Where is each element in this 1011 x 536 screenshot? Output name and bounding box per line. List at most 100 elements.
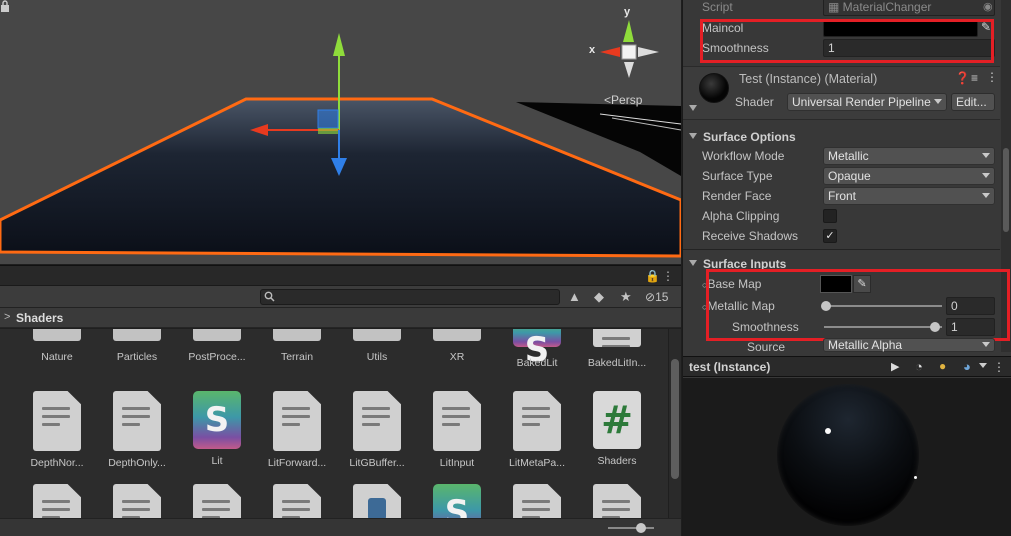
preset-icon[interactable]: ≡ <box>971 71 978 85</box>
asset-label: Particles <box>116 351 158 363</box>
source-label: Source <box>747 340 786 354</box>
asset-item[interactable]: LitGBuffer... <box>337 391 417 469</box>
project-statusbar <box>0 518 681 536</box>
lock-icon[interactable] <box>0 0 10 12</box>
plane-handle <box>317 109 339 129</box>
shader-file-icon <box>113 484 161 519</box>
receive-shadows-checkbox[interactable]: ✓ <box>823 229 837 243</box>
highlight-box <box>706 269 1010 341</box>
surface-options-header[interactable]: Surface Options <box>683 127 1011 147</box>
asset-item[interactable]: DepthOnly... <box>97 391 177 469</box>
reflection-probe-icon[interactable]: ◕ <box>963 359 971 374</box>
collapse-triangle-icon[interactable] <box>689 105 697 111</box>
lighting-icon[interactable]: ● <box>939 359 946 373</box>
help-icon[interactable]: ❓ <box>955 71 970 85</box>
folder-icon <box>113 329 161 341</box>
play-icon[interactable]: ▶ <box>891 360 899 373</box>
more-menu-icon[interactable]: ⋮ <box>662 269 674 283</box>
asset-label: DepthOnly... <box>108 457 166 469</box>
surface-type-label: Surface Type <box>702 169 773 183</box>
shader-file-icon <box>273 484 321 519</box>
scene-canvas[interactable] <box>0 0 681 264</box>
alpha-clipping-checkbox[interactable] <box>823 209 837 223</box>
asset-item[interactable]: # Shaders <box>577 391 657 467</box>
asset-item[interactable] <box>497 484 577 519</box>
breadcrumb-shaders[interactable]: Shaders <box>16 311 63 325</box>
surface-type-row: Surface Type Opaque <box>683 166 1011 186</box>
asset-item[interactable]: Utils <box>337 329 417 363</box>
alpha-clipping-row: Alpha Clipping <box>683 206 1011 226</box>
chevron-down-icon <box>982 193 990 198</box>
script-row: Script ▦ MaterialChanger ◉ <box>683 0 1011 17</box>
gizmo-y-label: y <box>624 6 631 18</box>
filter-by-label-icon[interactable]: ◆ <box>594 289 604 305</box>
asset-item[interactable]: DepthNor... <box>17 391 97 469</box>
shader-file-icon <box>33 484 81 519</box>
more-menu-icon[interactable]: ⋮ <box>993 360 1005 374</box>
material-preview-sphere[interactable] <box>777 384 919 526</box>
orientation-gizmo <box>600 20 659 78</box>
source-dropdown[interactable]: Metallic Alpha <box>823 338 995 352</box>
render-face-row: Render Face Front <box>683 186 1011 206</box>
search-input[interactable] <box>260 289 560 305</box>
hidden-packages-toggle[interactable]: ⊘15 <box>645 290 668 304</box>
shader-file-icon <box>513 391 561 451</box>
render-face-dropdown[interactable]: Front <box>823 187 995 205</box>
asset-item[interactable]: Nature <box>17 329 97 363</box>
inspector-panel: Script ▦ MaterialChanger ◉ Maincol ✎ Smo… <box>682 0 1011 536</box>
asset-item[interactable] <box>177 484 257 519</box>
chevron-down-icon <box>982 153 990 158</box>
scene-view[interactable]: y x <Persp <box>0 0 681 264</box>
chevron-down-icon[interactable] <box>979 363 987 368</box>
breadcrumb: > Shaders <box>0 308 681 328</box>
material-preview-area[interactable] <box>683 378 1011 536</box>
preview-toolbar: test (Instance) ▶ ◔ ● ◕ ⋮ <box>683 356 1011 377</box>
shader-file-icon <box>433 391 481 451</box>
shader-file-icon <box>593 329 641 347</box>
icon-size-slider[interactable] <box>608 527 654 529</box>
lock-icon[interactable]: 🔒 <box>645 269 660 283</box>
asset-item[interactable] <box>17 484 97 519</box>
asset-item[interactable]: S Lit <box>177 391 257 467</box>
asset-item[interactable]: S <box>417 484 497 519</box>
asset-label: Terrain <box>280 351 314 363</box>
shader-file-icon <box>193 484 241 519</box>
shader-label: Shader <box>735 95 774 109</box>
project-tab-bar: 🔒 ⋮ <box>0 266 681 286</box>
more-menu-icon[interactable]: ⋮ <box>986 70 998 84</box>
object-picker-icon[interactable]: ◉ <box>983 0 993 13</box>
asset-item[interactable]: LitMetaPa... <box>497 391 577 469</box>
asset-item[interactable] <box>257 484 337 519</box>
asset-item[interactable]: LitInput <box>417 391 497 469</box>
shader-dropdown[interactable]: Universal Render Pipeline <box>787 93 947 111</box>
asset-item[interactable] <box>337 484 417 519</box>
asset-item[interactable]: PostProce... <box>177 329 257 363</box>
asset-item[interactable]: XR <box>417 329 497 363</box>
folder-icon <box>353 329 401 341</box>
asset-item[interactable]: S BakedLit <box>497 329 577 370</box>
favorites-star-icon[interactable]: ★ <box>620 289 632 305</box>
perspective-toggle[interactable]: <Persp <box>604 93 642 107</box>
asset-item[interactable]: Particles <box>97 329 177 363</box>
asset-item[interactable]: Terrain <box>257 329 337 363</box>
checkmark-icon: ✓ <box>825 230 835 242</box>
asset-item[interactable] <box>97 484 177 519</box>
asset-item[interactable]: LitForward... <box>257 391 337 469</box>
sphere-mesh-icon[interactable]: ◔ <box>915 359 923 374</box>
filter-by-type-icon[interactable]: ▲ <box>568 289 581 304</box>
asset-item[interactable]: BakedLitIn... <box>577 329 657 369</box>
asset-item[interactable] <box>577 484 657 519</box>
asset-grid-scrollbar[interactable] <box>669 329 681 519</box>
icon-size-slider-knob[interactable] <box>636 523 646 533</box>
chevron-down-icon <box>982 342 990 347</box>
workflow-mode-dropdown[interactable]: Metallic <box>823 147 995 165</box>
scrollbar-thumb[interactable] <box>671 359 679 479</box>
surface-type-dropdown[interactable]: Opaque <box>823 167 995 185</box>
asset-label: BakedLitIn... <box>587 357 647 369</box>
asset-label: LitMetaPa... <box>508 457 566 469</box>
shader-icon: S <box>193 391 241 449</box>
workflow-mode-label: Workflow Mode <box>702 149 785 163</box>
script-field[interactable]: ▦ MaterialChanger <box>823 0 995 16</box>
folder-icon <box>33 329 81 341</box>
edit-shader-button[interactable]: Edit... <box>951 93 995 111</box>
